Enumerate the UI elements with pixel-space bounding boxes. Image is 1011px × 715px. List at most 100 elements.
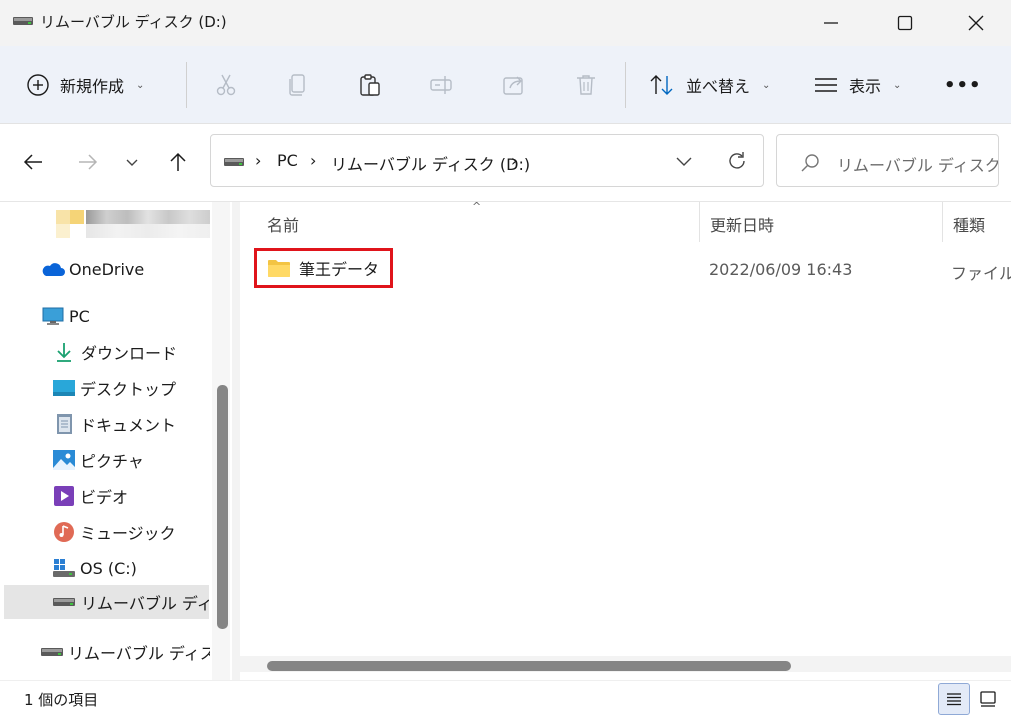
column-header-name[interactable]: 名前	[267, 212, 299, 236]
file-row[interactable]: 筆王データ 2022/06/09 16:43 ファイル フ	[254, 248, 1011, 288]
close-icon	[968, 15, 984, 31]
paste-button[interactable]	[355, 70, 385, 100]
onedrive-icon	[40, 258, 66, 280]
chevron-right-icon: ›	[511, 151, 518, 170]
sidebar-item-music[interactable]: ミュージック	[0, 515, 210, 549]
sort-caret-icon: ^	[472, 200, 482, 213]
sidebar-item-downloads[interactable]: ダウンロード	[0, 335, 210, 369]
sidebar-item-onedrive[interactable]: OneDrive	[0, 252, 210, 286]
minimize-button[interactable]	[796, 0, 866, 46]
more-options-button[interactable]: •••	[944, 66, 982, 104]
sidebar-item-pc[interactable]: PC	[0, 299, 210, 333]
arrow-left-icon	[23, 154, 42, 170]
copy-button[interactable]	[283, 70, 313, 100]
paste-icon	[360, 74, 380, 96]
item-count: 1 個の項目	[24, 691, 99, 709]
sort-button[interactable]: 並べ替え ⌄	[648, 66, 770, 104]
highlighted-file-name[interactable]: 筆王データ	[254, 248, 393, 288]
new-button[interactable]: 新規作成 ⌄	[26, 66, 144, 104]
sidebar-item-removable-disk-root[interactable]: リムーバブル ディスク	[0, 635, 210, 669]
download-icon	[51, 341, 77, 363]
details-view-button[interactable]	[938, 683, 970, 715]
chevron-down-icon: ⌄	[762, 79, 771, 91]
sidebar-item-documents[interactable]: ドキュメント	[0, 407, 210, 441]
sidebar-item-desktop[interactable]: デスクトップ	[0, 371, 210, 405]
more-icon: •••	[944, 74, 982, 96]
sidebar-item-label: デスクトップ	[80, 380, 177, 399]
chevron-down-icon: ⌄	[136, 79, 145, 91]
sort-button-label: 並べ替え	[686, 77, 751, 96]
search-icon	[801, 154, 819, 172]
file-modified: 2022/06/09 16:43	[709, 260, 853, 279]
breadcrumb-removable-disk[interactable]: リムーバブル ディスク (D:)	[331, 151, 530, 175]
video-icon	[51, 485, 77, 507]
large-icons-view-icon	[980, 691, 996, 707]
sidebar-item-label: ピクチャ	[80, 452, 144, 471]
music-icon	[51, 521, 77, 543]
maximize-button[interactable]	[870, 0, 940, 46]
file-list: ^ 名前 更新日時 種類 筆王データ 2022/06/09 16:43 ファイル…	[240, 200, 1011, 680]
view-button[interactable]: 表示 ⌄	[813, 66, 901, 104]
toolbar-divider	[625, 62, 626, 108]
sidebar-item-label: ドキュメント	[80, 416, 177, 435]
removable-drive-icon	[224, 158, 244, 166]
up-button[interactable]	[163, 147, 193, 177]
view-button-label: 表示	[849, 77, 882, 96]
sidebar-item-label: ダウンロード	[81, 344, 178, 363]
sidebar-item-label: PC	[69, 306, 90, 326]
address-history-button[interactable]	[675, 152, 693, 174]
minimize-icon	[824, 22, 838, 24]
details-view-icon	[947, 693, 961, 706]
refresh-icon	[729, 152, 745, 169]
chevron-right-icon: ›	[310, 151, 317, 170]
address-bar[interactable]: › PC › リムーバブル ディスク (D:) ›	[210, 134, 764, 187]
chevron-right-icon: ›	[255, 151, 262, 170]
sidebar-item-removable-disk[interactable]: リムーバブル ディスク	[4, 585, 209, 619]
removable-drive-icon	[51, 591, 77, 613]
new-button-label: 新規作成	[60, 77, 125, 96]
removable-drive-icon	[13, 17, 33, 25]
chevron-down-icon	[126, 159, 138, 166]
pane-divider[interactable]	[232, 202, 240, 680]
plus-circle-icon	[27, 74, 49, 96]
delete-button[interactable]	[571, 70, 601, 100]
picture-icon	[51, 449, 77, 471]
sidebar-item-label: リムーバブル ディスク	[81, 594, 209, 613]
chevron-down-icon	[676, 157, 692, 166]
view-lines-icon	[815, 78, 837, 92]
sidebar-item-label: OS (C:)	[80, 558, 137, 578]
folder-icon	[268, 260, 290, 277]
back-button[interactable]	[18, 147, 48, 177]
chevron-down-icon: ⌄	[893, 79, 902, 91]
navigation-row: › PC › リムーバブル ディスク (D:) › リムーバブル ディスク (.…	[0, 125, 1011, 202]
column-header-type[interactable]: 種類	[953, 212, 985, 236]
sidebar-item-pictures[interactable]: ピクチャ	[0, 443, 210, 477]
search-box[interactable]: リムーバブル ディスク (...	[776, 134, 999, 187]
file-type: ファイル フ	[951, 264, 1011, 283]
recent-locations-button[interactable]	[117, 147, 147, 177]
sidebar-scrollbar-thumb[interactable]	[217, 385, 228, 629]
forward-button[interactable]	[73, 147, 103, 177]
trash-icon	[577, 75, 595, 95]
sidebar-item-videos[interactable]: ビデオ	[0, 479, 210, 513]
column-separator[interactable]	[942, 202, 943, 242]
column-header-modified[interactable]: 更新日時	[710, 212, 774, 236]
sidebar-item-label: OneDrive	[69, 259, 145, 279]
close-button[interactable]	[941, 0, 1011, 46]
pc-icon	[40, 305, 66, 327]
rename-button[interactable]	[427, 70, 457, 100]
large-icons-view-button[interactable]	[972, 683, 1004, 715]
rename-icon	[430, 76, 452, 94]
horizontal-scrollbar-thumb[interactable]	[267, 661, 791, 671]
cut-button[interactable]	[211, 70, 241, 100]
breadcrumb-pc[interactable]: PC	[277, 151, 298, 170]
desktop-icon	[51, 377, 77, 399]
sidebar-item-os-drive[interactable]: OS (C:)	[0, 551, 210, 585]
column-separator[interactable]	[699, 202, 700, 242]
share-button[interactable]	[499, 70, 529, 100]
window-title: リムーバブル ディスク (D:)	[40, 13, 227, 31]
quick-access-item[interactable]	[56, 210, 210, 238]
sidebar-item-label: ビデオ	[80, 488, 129, 507]
navigation-pane: OneDrive PC ダウンロード デスクトップ ドキュメント ピクチャ ビデ…	[0, 202, 232, 680]
refresh-button[interactable]	[725, 149, 749, 177]
